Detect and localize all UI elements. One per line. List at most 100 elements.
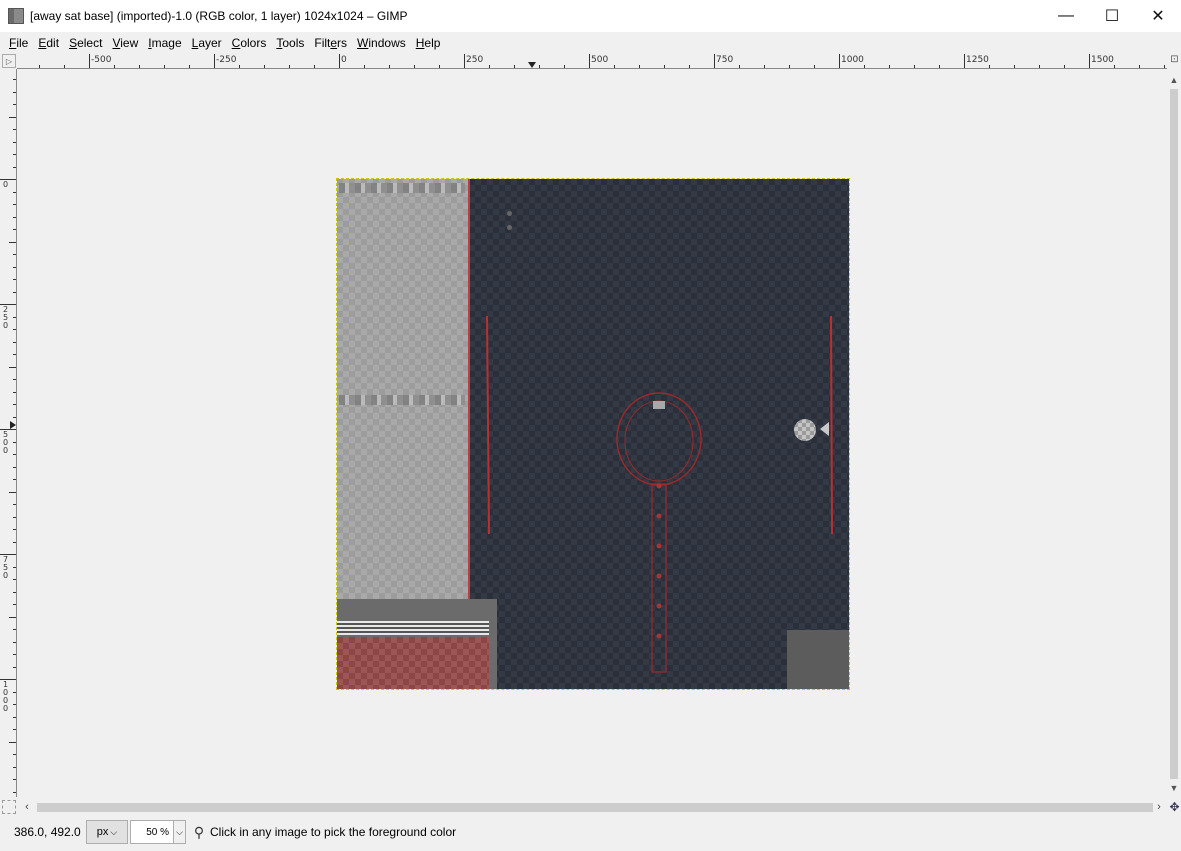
ruler-tick bbox=[13, 92, 16, 93]
ruler-tick bbox=[13, 729, 16, 730]
scroll-up-arrow-icon[interactable]: ▲ bbox=[1167, 73, 1181, 87]
ruler-tick bbox=[864, 65, 865, 68]
unit-dropdown[interactable]: px ⌵ bbox=[86, 820, 128, 844]
menu-bar: File Edit Select View Image Layer Colors… bbox=[0, 32, 1181, 54]
ruler-tick bbox=[9, 242, 16, 243]
ruler-tick bbox=[539, 65, 540, 68]
image-layer[interactable] bbox=[336, 178, 850, 690]
zoom-combo[interactable]: 50 % ⌵ bbox=[130, 820, 186, 844]
maximize-button[interactable]: ☐ bbox=[1089, 0, 1135, 32]
quick-mask-icon[interactable] bbox=[2, 800, 16, 814]
vertical-ruler[interactable]: 0 250 500 750 1000 bbox=[0, 69, 17, 797]
ruler-tick bbox=[13, 142, 16, 143]
gimp-icon bbox=[8, 8, 24, 24]
menu-file[interactable]: File bbox=[4, 36, 33, 50]
ruler-tick bbox=[9, 117, 16, 118]
ruler-tick bbox=[139, 65, 140, 68]
ruler-tick bbox=[364, 65, 365, 68]
menu-help[interactable]: Help bbox=[411, 36, 446, 50]
ruler-tick bbox=[989, 65, 990, 68]
menu-layer[interactable]: Layer bbox=[187, 36, 227, 50]
quick-menu-button[interactable]: ▷ bbox=[2, 54, 16, 68]
ruler-tick bbox=[1139, 65, 1140, 68]
ruler-tick bbox=[414, 65, 415, 68]
scroll-right-arrow-icon[interactable]: › bbox=[1151, 799, 1167, 815]
ruler-tick bbox=[1014, 65, 1015, 68]
color-picker-icon: ⚲ bbox=[193, 824, 205, 840]
ruler-label: 500 bbox=[3, 430, 9, 455]
ruler-tick bbox=[614, 65, 615, 68]
scroll-left-arrow-icon[interactable]: ‹ bbox=[19, 799, 35, 815]
close-button[interactable]: ✕ bbox=[1135, 0, 1181, 32]
menu-filters[interactable]: Filters bbox=[309, 36, 352, 50]
ruler-tick bbox=[9, 742, 16, 743]
ruler-tick bbox=[789, 65, 790, 68]
image-region-bottom-left bbox=[337, 599, 497, 689]
ruler-tick bbox=[13, 529, 16, 530]
zoom-fit-icon[interactable]: ⊡ bbox=[1168, 54, 1181, 69]
ruler-tick bbox=[389, 65, 390, 68]
pointer-coordinates: 386.0, 492.0 bbox=[14, 825, 81, 839]
ruler-tick bbox=[13, 442, 16, 443]
ruler-tick bbox=[1089, 54, 1090, 68]
zoom-value[interactable]: 50 % bbox=[131, 827, 173, 838]
ruler-tick bbox=[13, 629, 16, 630]
pointer-marker-icon bbox=[528, 62, 536, 68]
horizontal-scroll-thumb[interactable] bbox=[37, 803, 1153, 812]
horizontal-ruler[interactable]: -500 -250 0 250 500 750 1000 1250 1500 bbox=[17, 54, 1167, 69]
ruler-tick bbox=[589, 54, 590, 68]
ruler-label: 1000 bbox=[3, 680, 9, 713]
ruler-tick bbox=[13, 329, 16, 330]
ruler-tick bbox=[13, 704, 16, 705]
ruler-tick bbox=[13, 254, 16, 255]
ruler-tick bbox=[13, 279, 16, 280]
menu-view[interactable]: View bbox=[107, 36, 143, 50]
ruler-tick bbox=[1114, 65, 1115, 68]
ruler-tick bbox=[13, 154, 16, 155]
ruler-tick bbox=[439, 65, 440, 68]
ruler-tick bbox=[13, 354, 16, 355]
ruler-label: 0 bbox=[341, 55, 347, 65]
ruler-tick bbox=[664, 65, 665, 68]
ruler-tick bbox=[13, 379, 16, 380]
ruler-tick bbox=[13, 542, 16, 543]
navigate-icon[interactable]: ✥ bbox=[1168, 799, 1181, 815]
ruler-tick bbox=[13, 167, 16, 168]
vertical-scroll-thumb[interactable] bbox=[1170, 89, 1178, 779]
ruler-tick bbox=[13, 567, 16, 568]
ruler-tick bbox=[764, 65, 765, 68]
ruler-tick bbox=[1039, 65, 1040, 68]
ruler-tick bbox=[689, 65, 690, 68]
ruler-tick bbox=[13, 404, 16, 405]
menu-image[interactable]: Image bbox=[143, 36, 186, 50]
ruler-tick bbox=[13, 204, 16, 205]
chevron-down-icon[interactable]: ⌵ bbox=[173, 821, 185, 843]
ruler-tick bbox=[13, 479, 16, 480]
ruler-tick bbox=[13, 692, 16, 693]
image-small-square bbox=[653, 401, 665, 409]
menu-tools[interactable]: Tools bbox=[271, 36, 309, 50]
image-canvas[interactable] bbox=[17, 69, 1167, 797]
ruler-tick bbox=[13, 229, 16, 230]
menu-colors[interactable]: Colors bbox=[227, 36, 272, 50]
ruler-tick bbox=[489, 65, 490, 68]
ruler-tick bbox=[13, 417, 16, 418]
ruler-tick bbox=[739, 65, 740, 68]
menu-windows[interactable]: Windows bbox=[352, 36, 411, 50]
ruler-tick bbox=[1164, 65, 1165, 68]
minimize-button[interactable]: — bbox=[1043, 0, 1089, 32]
horizontal-scrollbar[interactable]: ‹ › bbox=[17, 799, 1167, 815]
ruler-tick bbox=[1064, 65, 1065, 68]
ruler-tick bbox=[13, 192, 16, 193]
menu-edit[interactable]: Edit bbox=[33, 36, 64, 50]
scroll-down-arrow-icon[interactable]: ▼ bbox=[1167, 781, 1181, 795]
ruler-tick bbox=[714, 54, 715, 68]
ruler-tick bbox=[639, 65, 640, 68]
vertical-scrollbar[interactable]: ▲ ▼ bbox=[1167, 69, 1181, 797]
ruler-tick bbox=[289, 65, 290, 68]
ruler-tick bbox=[9, 367, 16, 368]
menu-select[interactable]: Select bbox=[64, 36, 107, 50]
ruler-tick bbox=[13, 517, 16, 518]
ruler-tick bbox=[239, 65, 240, 68]
ruler-tick bbox=[13, 392, 16, 393]
